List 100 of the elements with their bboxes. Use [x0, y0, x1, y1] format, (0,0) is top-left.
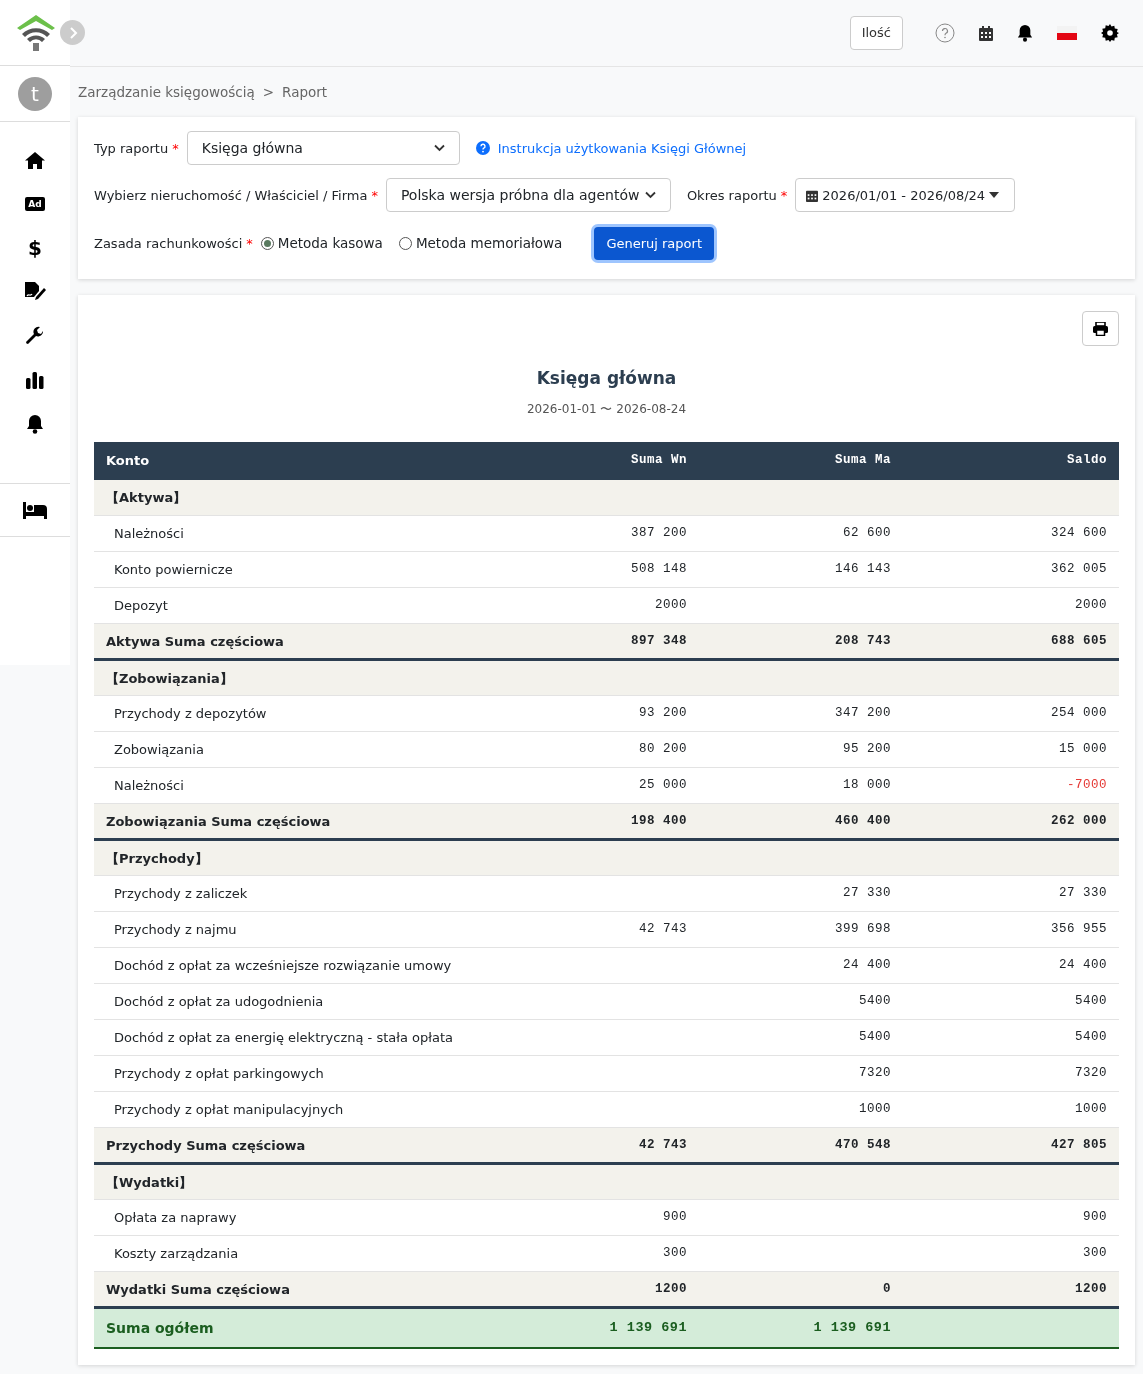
select-field[interactable]: Polska wersja próbna dla agentów	[385, 178, 671, 213]
account-name: Dochód z opłat za udogodnienia	[94, 983, 495, 1020]
document-signature-icon[interactable]	[24, 282, 46, 302]
calendar-icon[interactable]	[979, 25, 993, 41]
report-title: Księga główna	[535, 367, 678, 391]
account-name: Dochód z opłat za wcześniejsze rozwiązanie umowy	[94, 947, 495, 984]
amount-cell: 0	[699, 1271, 903, 1308]
caret-icon	[644, 191, 656, 200]
date-range-field[interactable]: 2026/01/01 - 2026/08/24	[795, 178, 1016, 213]
amount-cell: 324 600	[903, 515, 1119, 552]
group-heading: 【Wydatki】	[94, 1163, 1119, 1200]
account-name: Przychody z depozytów	[94, 695, 495, 732]
amount-cell: 1 139 691	[495, 1307, 699, 1348]
total-label: Wydatki Suma częściowa	[94, 1271, 495, 1308]
column-header: Suma Wn	[495, 441, 699, 480]
bell-icon[interactable]	[1017, 24, 1033, 42]
help-link[interactable]: Instrukcja użytkowania Księgi Głównej	[497, 138, 747, 158]
ad-icon[interactable]: Ad	[25, 197, 45, 211]
bed-icon[interactable]	[23, 501, 47, 519]
amount-cell: 7320	[699, 1055, 903, 1092]
amount-cell: 1000	[699, 1091, 903, 1128]
radio-label[interactable]: Metoda kasowa	[277, 233, 383, 254]
amount-cell: 80 200	[495, 731, 699, 768]
amount-cell: 62 600	[699, 515, 903, 552]
amount-cell: 42 743	[495, 911, 699, 948]
account-name: Należności	[94, 767, 495, 804]
account-name: Należności	[94, 515, 495, 552]
report-date-range: 2026-01-01 〜 2026-08-24	[525, 400, 688, 418]
help-icon[interactable]	[935, 23, 955, 43]
amount-cell: 356 955	[903, 911, 1119, 948]
amount-cell: 146 143	[699, 551, 903, 588]
amount-cell: 15 000	[903, 731, 1119, 768]
quantity-button[interactable]: Ilość	[849, 16, 903, 50]
breadcrumb-item[interactable]: Zarządzanie księgowością	[78, 82, 255, 103]
amount-cell: 508 148	[495, 551, 699, 588]
total-label: Aktywa Suma częściowa	[94, 623, 495, 660]
amount-cell: 24 400	[699, 947, 903, 984]
radio-button[interactable]	[260, 236, 274, 250]
column-header: Konto	[94, 441, 495, 480]
radio-button[interactable]	[398, 236, 412, 250]
account-name: Konto powiernicze	[94, 551, 495, 588]
amount-cell: 1200	[495, 1271, 699, 1308]
required-mark: *	[780, 186, 788, 205]
account-name: Przychody z najmu	[94, 911, 495, 948]
account-name: Depozyt	[94, 587, 495, 624]
amount-cell: 688 605	[903, 623, 1119, 660]
amount-cell: 42 743	[495, 1127, 699, 1164]
print-button[interactable]	[1082, 311, 1119, 347]
amount-cell: 7320	[903, 1055, 1119, 1092]
caret-icon	[433, 144, 445, 153]
dollar-icon[interactable]: $	[28, 238, 42, 258]
total-label: Przychody Suma częściowa	[94, 1127, 495, 1164]
group-heading: 【Aktywa】	[94, 479, 1119, 516]
amount-cell: 900	[903, 1199, 1119, 1236]
amount-cell: 2000	[495, 587, 699, 624]
group-heading: 【Zobowiązania】	[94, 659, 1119, 696]
amount-cell: 208 743	[699, 623, 903, 660]
home-icon[interactable]	[25, 151, 45, 169]
amount-cell: 1 139 691	[699, 1307, 903, 1348]
amount-cell: 93 200	[495, 695, 699, 732]
group-heading: 【Przychody】	[94, 839, 1119, 876]
amount-cell: 347 200	[699, 695, 903, 732]
amount-cell: 300	[495, 1235, 699, 1272]
breadcrumb-separator: >	[262, 83, 275, 102]
amount-cell: 1200	[903, 1271, 1119, 1308]
field-label: Wybierz nieruchomość / Właściciel / Firma	[94, 186, 368, 205]
amount-cell: 2000	[903, 587, 1119, 624]
account-name: Opłata za naprawy	[94, 1199, 495, 1236]
amount-cell: 5400	[903, 983, 1119, 1020]
settings-icon[interactable]	[1101, 24, 1119, 42]
amount-cell: 900	[495, 1199, 699, 1236]
radio-label[interactable]: Metoda memoriałowa	[415, 233, 563, 254]
field-label: Zasada rachunkowości	[94, 234, 243, 253]
column-header: Suma Ma	[699, 441, 903, 480]
amount-cell: 897 348	[495, 623, 699, 660]
amount-cell: 18 000	[699, 767, 903, 804]
bell-icon[interactable]	[26, 414, 44, 434]
generate-report-button[interactable]: Generuj raport	[594, 226, 714, 260]
field-label: Typ raportu	[94, 139, 169, 158]
amount-cell: 387 200	[495, 515, 699, 552]
flag-icon[interactable]	[1057, 26, 1077, 40]
amount-cell: 5400	[699, 983, 903, 1020]
amount-cell: 25 000	[495, 767, 699, 804]
amount-cell: 5400	[903, 1019, 1119, 1056]
account-name: Przychody z opłat manipulacyjnych	[94, 1091, 495, 1128]
amount-cell: 24 400	[903, 947, 1119, 984]
wrench-icon[interactable]	[25, 326, 45, 346]
bar-chart-icon[interactable]	[26, 371, 44, 389]
amount-cell: 427 805	[903, 1127, 1119, 1164]
amount-cell: -7000	[903, 767, 1119, 804]
breadcrumb-item: Raport	[282, 83, 328, 102]
amount-cell: 254 000	[903, 695, 1119, 732]
amount-cell: 460 400	[699, 803, 903, 840]
logo-icon[interactable]	[16, 13, 56, 52]
field-label: Okres raportu	[686, 186, 777, 205]
select-field[interactable]: Księga główna	[186, 131, 460, 166]
account-name: Zobowiązania	[94, 731, 495, 768]
amount-cell: 1000	[903, 1091, 1119, 1128]
account-name: Przychody z opłat parkingowych	[94, 1055, 495, 1092]
account-name: Dochód z opłat za energię elektryczną - stała opłata	[94, 1019, 495, 1056]
